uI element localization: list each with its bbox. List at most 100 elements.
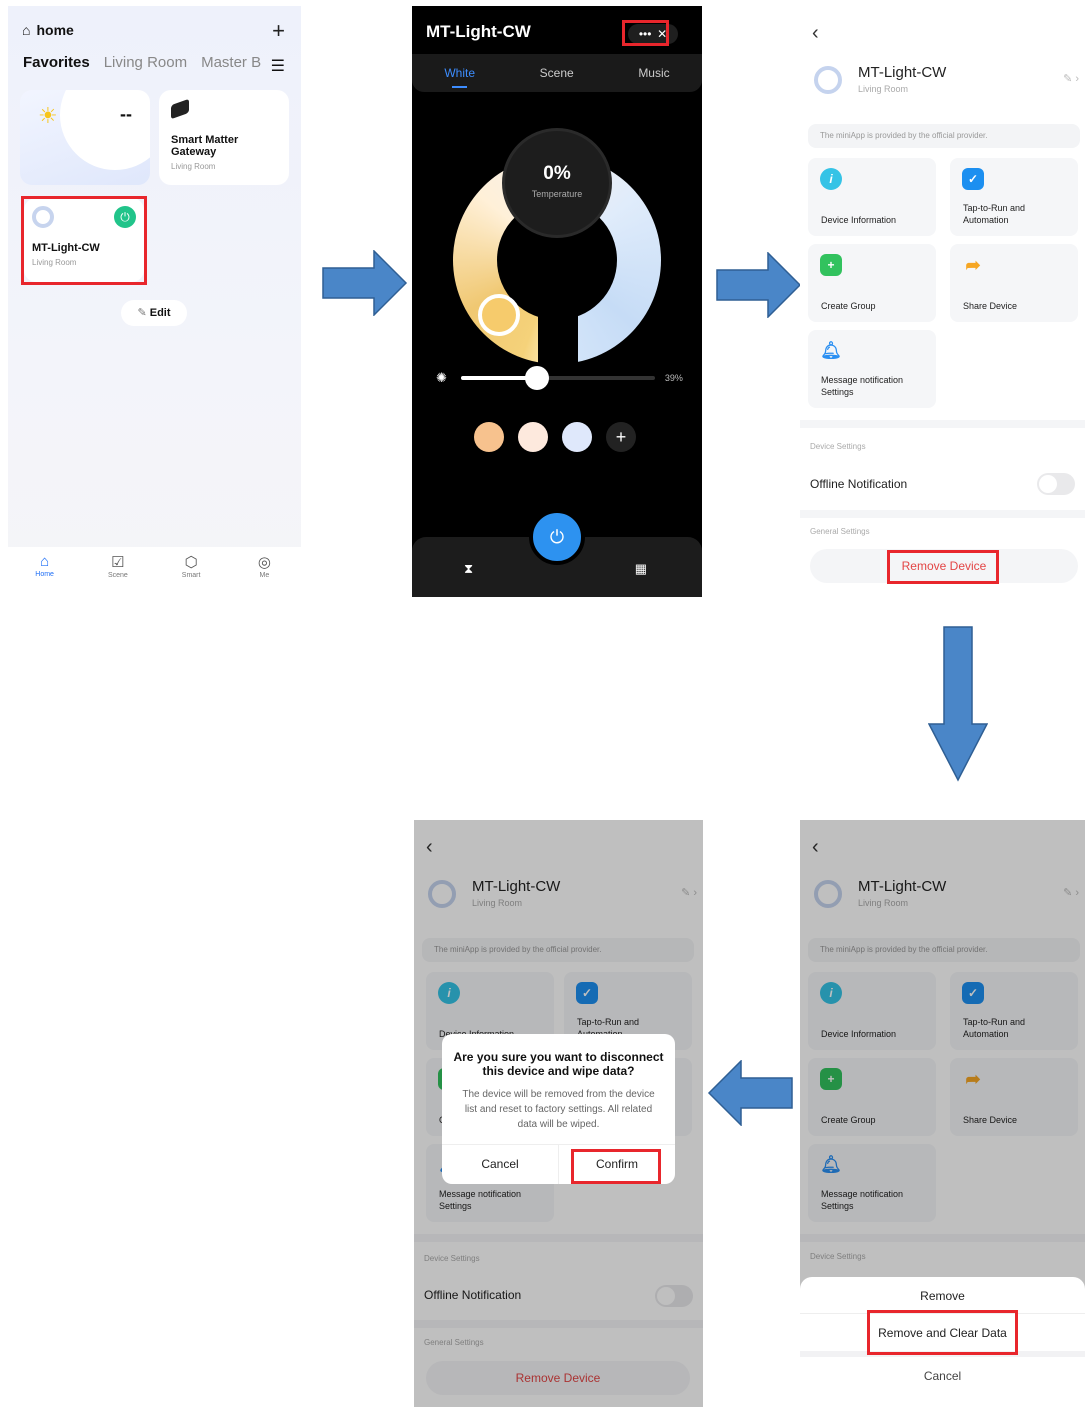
tile-message-notification[interactable]: 🔔︎ Message notification Settings <box>808 330 936 408</box>
control-tabs: White Scene Music <box>412 54 702 92</box>
section-device-settings: Device Settings <box>810 442 866 451</box>
back-icon[interactable]: ‹ <box>812 22 819 45</box>
device-name: MT-Light-CW <box>858 64 947 81</box>
nav-scene-label: Scene <box>107 572 128 579</box>
highlight-light-card <box>21 196 147 285</box>
gateway-icon <box>171 98 189 120</box>
control-title: MT-Light-CW <box>426 22 531 41</box>
weather-cloud <box>60 90 150 170</box>
house-icon: ⌂ <box>40 553 50 570</box>
arrow-left <box>707 1060 793 1126</box>
bottom-nav: ⌂ Home ☑ Scene ⬡ Smart ◎ Me <box>8 547 301 597</box>
divider <box>800 420 1085 428</box>
grid-icon[interactable]: ▦ <box>635 561 647 597</box>
tile-share-device[interactable]: ➦ Share Device <box>950 244 1078 322</box>
highlight-remove-device <box>887 550 999 584</box>
menu-icon[interactable]: ☰ <box>271 56 285 76</box>
weather-card[interactable]: ☀ -- <box>20 90 150 185</box>
tile-label: Device Information <box>821 215 897 225</box>
tile-label: Message notification Settings <box>821 375 904 397</box>
brightness-thumb[interactable] <box>524 366 549 390</box>
preset-cool[interactable] <box>562 422 592 452</box>
offline-notification-label: Offline Notification <box>810 477 908 491</box>
tab-living-room[interactable]: Living Room <box>104 54 187 71</box>
color-presets: + <box>474 422 636 452</box>
temperature-value: 0% <box>543 163 571 184</box>
preset-warm[interactable] <box>474 422 504 452</box>
power-button[interactable]: ⏻ <box>529 509 585 565</box>
check-shield-icon: ✓ <box>962 168 984 190</box>
user-icon: ◎ <box>257 554 271 571</box>
temperature-knob[interactable] <box>478 294 520 336</box>
gateway-card[interactable]: Smart Matter Gateway Living Room <box>159 90 289 185</box>
arrow-right-2 <box>716 252 802 318</box>
brightness-track[interactable] <box>460 366 655 390</box>
tab-master-bedroom[interactable]: Master B <box>201 54 261 71</box>
highlight-confirm <box>571 1149 661 1184</box>
brightness-slider[interactable]: ✺ 39% <box>436 366 696 390</box>
gateway-name: Smart Matter Gateway <box>171 134 239 158</box>
edit-button[interactable]: ✎ Edit <box>121 300 187 326</box>
section-general-settings: General Settings <box>810 527 870 536</box>
nav-smart[interactable]: ⬡ Smart <box>166 553 216 597</box>
temperature-readout: 0% Temperature <box>502 128 612 238</box>
light-control-screen: MT-Light-CW ••• ✕ White Scene Music 0% T… <box>412 6 702 597</box>
tile-label: Share Device <box>963 301 1018 311</box>
device-settings-screen: ‹ MT-Light-CW Living Room ✎ › The miniAp… <box>800 6 1085 597</box>
divider <box>800 510 1085 518</box>
brightness-value: 39% <box>664 373 683 383</box>
tile-tap-to-run[interactable]: ✓ Tap-to-Run and Automation <box>950 158 1078 236</box>
nav-me[interactable]: ◎ Me <box>239 553 289 597</box>
tab-white[interactable]: White <box>444 66 475 88</box>
tile-device-information[interactable]: i Device Information <box>808 158 936 236</box>
edit-name-icon[interactable]: ✎ › <box>1063 72 1079 85</box>
highlight-more-button <box>622 20 669 46</box>
provider-notice: The miniApp is provided by the official … <box>808 124 1080 148</box>
arrow-down <box>928 626 988 782</box>
weather-value: -- <box>120 104 132 124</box>
nav-smart-label: Smart <box>181 572 201 579</box>
tile-label: Tap-to-Run and Automation <box>963 203 1026 225</box>
tab-music[interactable]: Music <box>638 66 669 80</box>
home-screen: ⌂ home + Favorites Living Room Master B … <box>8 6 301 597</box>
gateway-room: Living Room <box>171 162 216 171</box>
preset-neutral[interactable] <box>518 422 548 452</box>
tab-scene[interactable]: Scene <box>540 66 574 80</box>
sheet-remove[interactable]: Remove <box>800 1289 1085 1303</box>
dialog-cancel-button[interactable]: Cancel <box>442 1145 559 1184</box>
sun-icon: ☀ <box>38 103 58 128</box>
home-header[interactable]: ⌂ home <box>22 22 74 38</box>
home-icon: ⌂ <box>22 22 31 38</box>
room-tabs: Favorites Living Room Master B <box>23 54 261 71</box>
bell-icon: 🔔︎ <box>820 341 842 360</box>
home-title: home <box>36 22 74 38</box>
nav-home-label: Home <box>35 571 54 578</box>
tile-label: Create Group <box>821 301 876 311</box>
dialog-message: The device will be removed from the devi… <box>462 1089 655 1130</box>
sheet-cancel[interactable]: Cancel <box>800 1369 1085 1383</box>
device-ring-icon <box>814 66 842 94</box>
timer-icon[interactable]: ⧗ <box>464 561 473 597</box>
offline-notification-toggle[interactable] <box>1037 473 1075 495</box>
nav-home[interactable]: ⌂ Home <box>20 553 70 597</box>
tab-favorites[interactable]: Favorites <box>23 54 90 71</box>
device-room: Living Room <box>858 84 909 94</box>
edit-label: Edit <box>149 307 171 319</box>
share-arrow-icon: ➦ <box>965 255 981 275</box>
group-add-icon: + <box>820 254 842 276</box>
add-preset-icon[interactable]: + <box>606 422 636 452</box>
wheel-gap <box>538 296 578 366</box>
tile-create-group[interactable]: + Create Group <box>808 244 936 322</box>
temperature-label: Temperature <box>531 189 583 199</box>
dialog-title: Are you sure you want to disconnect this… <box>453 1050 664 1078</box>
checkbox-icon: ☑ <box>111 554 125 571</box>
confirm-remove-screen: ‹ MT-Light-CW Living Room ✎ › The miniAp… <box>414 820 703 1407</box>
nav-scene[interactable]: ☑ Scene <box>93 553 143 597</box>
pencil-icon: ✎ <box>137 307 150 319</box>
highlight-remove-clear <box>867 1310 1018 1355</box>
add-icon[interactable]: + <box>272 18 285 44</box>
arrow-right-1 <box>322 250 408 316</box>
brightness-icon: ✺ <box>436 370 447 385</box>
info-icon: i <box>820 168 842 190</box>
cube-icon: ⬡ <box>184 554 198 571</box>
